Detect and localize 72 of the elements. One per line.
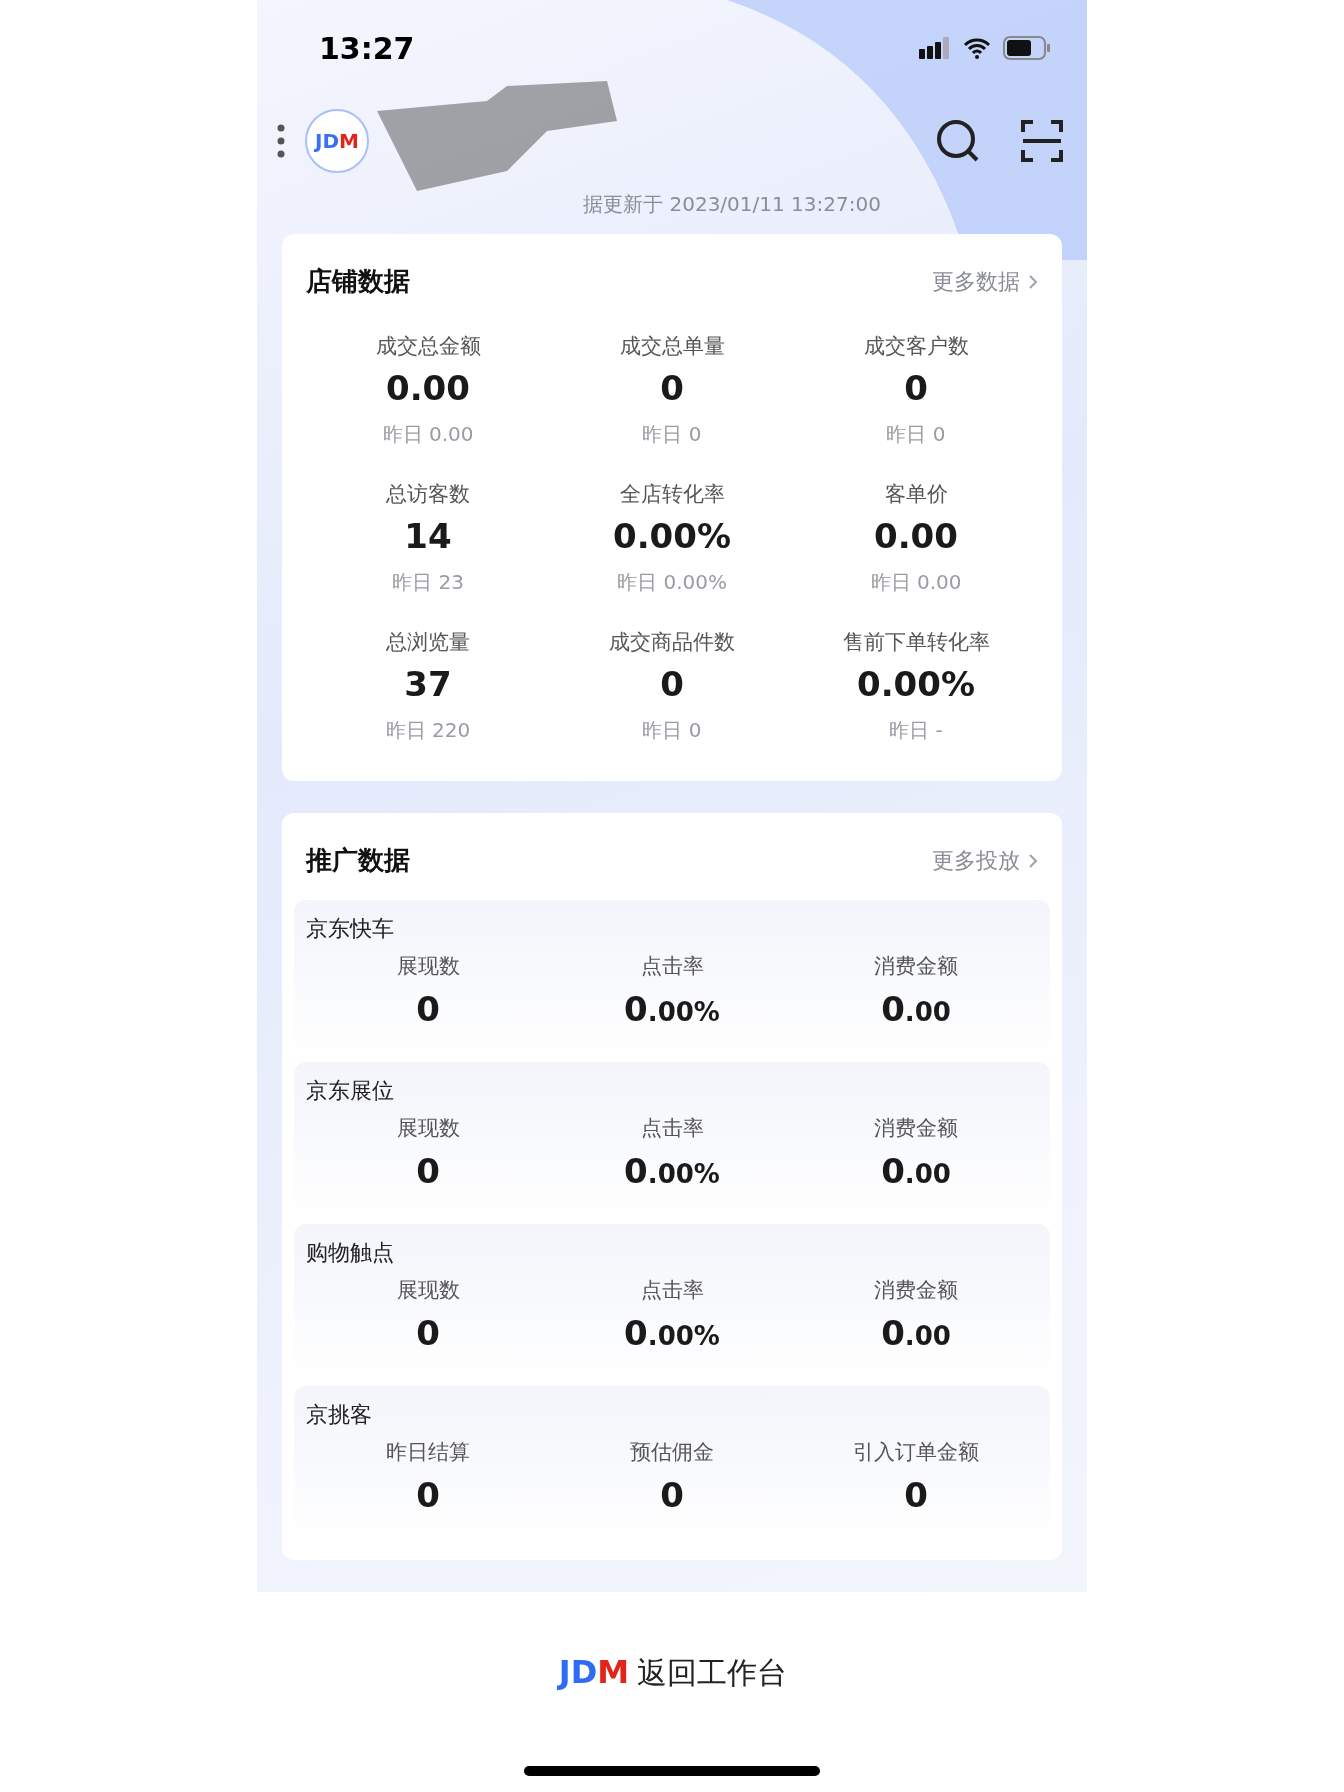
wifi-icon (963, 37, 991, 59)
metric-label: 消费金额 (874, 953, 958, 980)
metric-label: 点击率 (640, 1277, 704, 1304)
metric-value: 0.00% (624, 1149, 720, 1193)
battery-icon (1003, 36, 1051, 60)
section-title: 京挑客 (306, 1402, 372, 1427)
metric-label: 展现数 (396, 953, 460, 980)
metric-label: 全店转化率 (619, 481, 725, 508)
metric-value: 0.00% (624, 987, 720, 1031)
more-data-link[interactable]: 更多数据 (932, 265, 1020, 298)
metric-label: 成交商品件数 (609, 629, 735, 656)
metric-label: 成交客户数 (863, 333, 969, 360)
search-icon[interactable] (935, 118, 981, 164)
metric-value: 0.00% (624, 1311, 720, 1355)
metric-value: 14 (404, 514, 452, 558)
metric-value: 0 (904, 1473, 928, 1517)
status-time: 13:27 (319, 29, 415, 68)
metric-label: 成交总金额 (375, 333, 481, 360)
chevron-right-icon (1028, 852, 1038, 869)
metric-value: 0.00 (386, 366, 470, 410)
metric-label: 展现数 (396, 1277, 460, 1304)
metric-label: 消费金额 (874, 1277, 958, 1304)
yesterday-value: 昨日 0 (886, 420, 946, 448)
metric-value: 0 (416, 987, 440, 1031)
metric-label: 总浏览量 (386, 629, 470, 656)
metric-label: 昨日结算 (386, 1439, 470, 1466)
metric-value: 0 (416, 1311, 440, 1355)
metric-value: 0 (660, 662, 684, 706)
metric-value: 0.00% (613, 514, 731, 558)
yesterday-value: 昨日 - (889, 716, 943, 744)
metric-label: 总访客数 (386, 481, 470, 508)
jdm-logo: JDM (556, 1652, 631, 1693)
more-vertical-icon[interactable] (277, 124, 285, 158)
yesterday-value: 昨日 0.00% (617, 568, 727, 596)
metric-label: 引入订单金额 (853, 1439, 979, 1466)
metric-value: 0 (416, 1149, 440, 1193)
metric-value: 0.00% (857, 662, 975, 706)
back-to-workbench-link[interactable]: 返回工作台 (637, 1649, 788, 1695)
metric-value: 0.00 (874, 514, 958, 558)
yesterday-value: 昨日 0.00 (382, 420, 474, 448)
metric-label: 客单价 (884, 481, 948, 508)
section-title: 京东快车 (306, 916, 394, 941)
chevron-right-icon (1028, 273, 1038, 290)
more-ads-link[interactable]: 更多投放 (932, 844, 1020, 877)
update-time-text: 据更新于 2023/01/11 13:27:00 (583, 191, 881, 218)
avatar-logo[interactable]: JDM (305, 109, 369, 173)
card-title: 店铺数据 (306, 265, 410, 298)
card-title: 推广数据 (306, 844, 410, 877)
metric-label: 售前下单转化率 (842, 629, 990, 656)
metric-value: 0 (660, 366, 684, 410)
metric-value: 37 (404, 662, 452, 706)
scan-icon[interactable] (1021, 120, 1063, 162)
metric-value: 0 (660, 1473, 684, 1517)
metric-label: 点击率 (640, 1115, 704, 1142)
yesterday-value: 昨日 0 (642, 420, 702, 448)
yesterday-value: 昨日 23 (392, 568, 464, 596)
metric-label: 消费金额 (874, 1115, 958, 1142)
metric-label: 预估佣金 (630, 1439, 714, 1466)
signal-icon (919, 37, 951, 59)
section-title: 京东展位 (306, 1078, 394, 1103)
metric-label: 展现数 (396, 1115, 460, 1142)
section-title: 购物触点 (306, 1240, 394, 1265)
metric-value: 0 (416, 1473, 440, 1517)
yesterday-value: 昨日 220 (385, 716, 471, 744)
metric-label: 点击率 (640, 953, 704, 980)
metric-value: 0 (904, 366, 928, 410)
metric-value: 0.00 (881, 1149, 951, 1193)
yesterday-value: 昨日 0 (642, 716, 702, 744)
metric-value: 0.00 (881, 987, 951, 1031)
yesterday-value: 昨日 0.00 (870, 568, 962, 596)
metric-label: 成交总单量 (619, 333, 725, 360)
metric-value: 0.00 (881, 1311, 951, 1355)
